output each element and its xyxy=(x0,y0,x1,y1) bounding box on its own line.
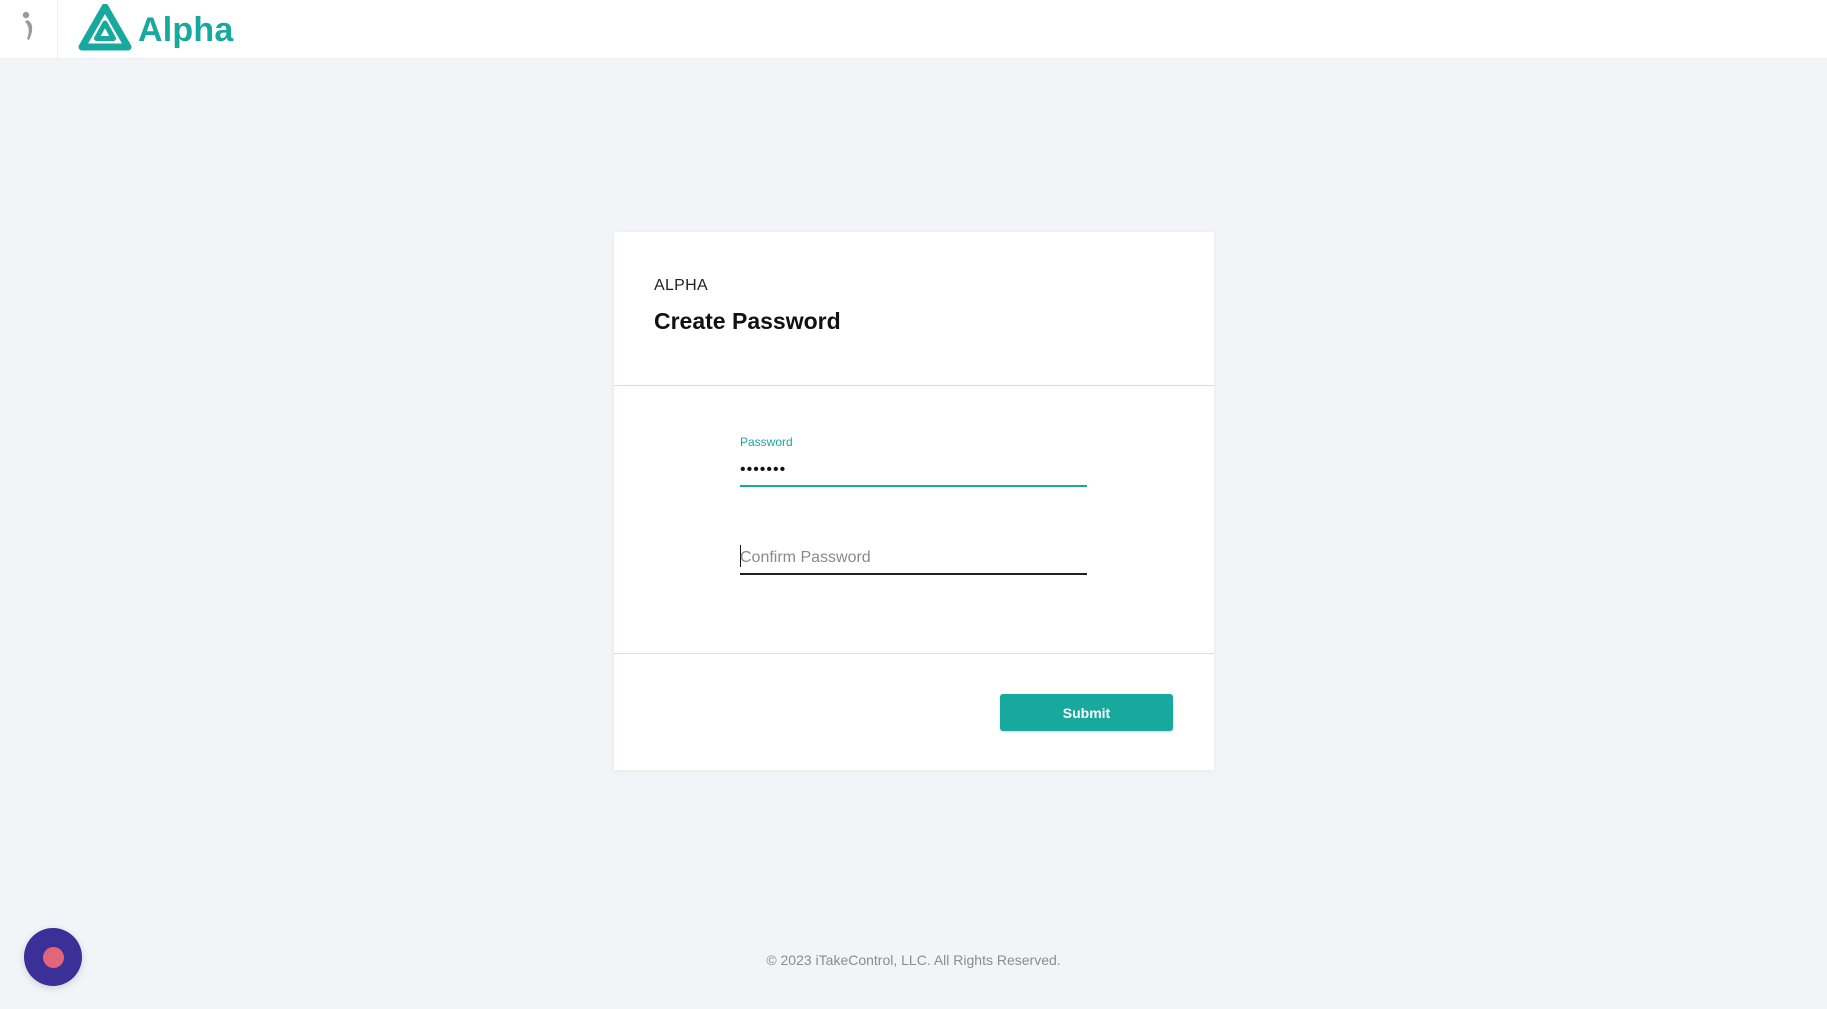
copyright-text: © 2023 iTakeControl, LLC. All Rights Res… xyxy=(766,952,1061,968)
confirm-password-field xyxy=(740,537,1087,575)
page-title: Create Password xyxy=(654,308,841,334)
widget-launcher-button[interactable] xyxy=(24,928,82,986)
logo-text: Alpha xyxy=(138,10,234,49)
app-logo[interactable]: Alpha xyxy=(78,3,234,57)
password-input[interactable] xyxy=(740,461,1087,487)
card-header: ALPHA Create Password xyxy=(614,232,1214,386)
password-field: Password xyxy=(740,435,1087,487)
create-password-card: ALPHA Create Password Password Submit xyxy=(614,232,1214,770)
card-eyebrow: ALPHA xyxy=(654,277,708,294)
submit-button[interactable]: Submit xyxy=(1000,694,1173,731)
card-footer: Submit xyxy=(614,653,1214,770)
confirm-password-input[interactable] xyxy=(740,549,1087,575)
password-label: Password xyxy=(740,435,793,449)
alpha-logo-icon xyxy=(78,3,132,57)
record-icon xyxy=(42,946,64,968)
figure-icon xyxy=(18,10,40,49)
top-bar: Alpha xyxy=(0,0,1827,59)
side-brand[interactable] xyxy=(0,0,58,59)
